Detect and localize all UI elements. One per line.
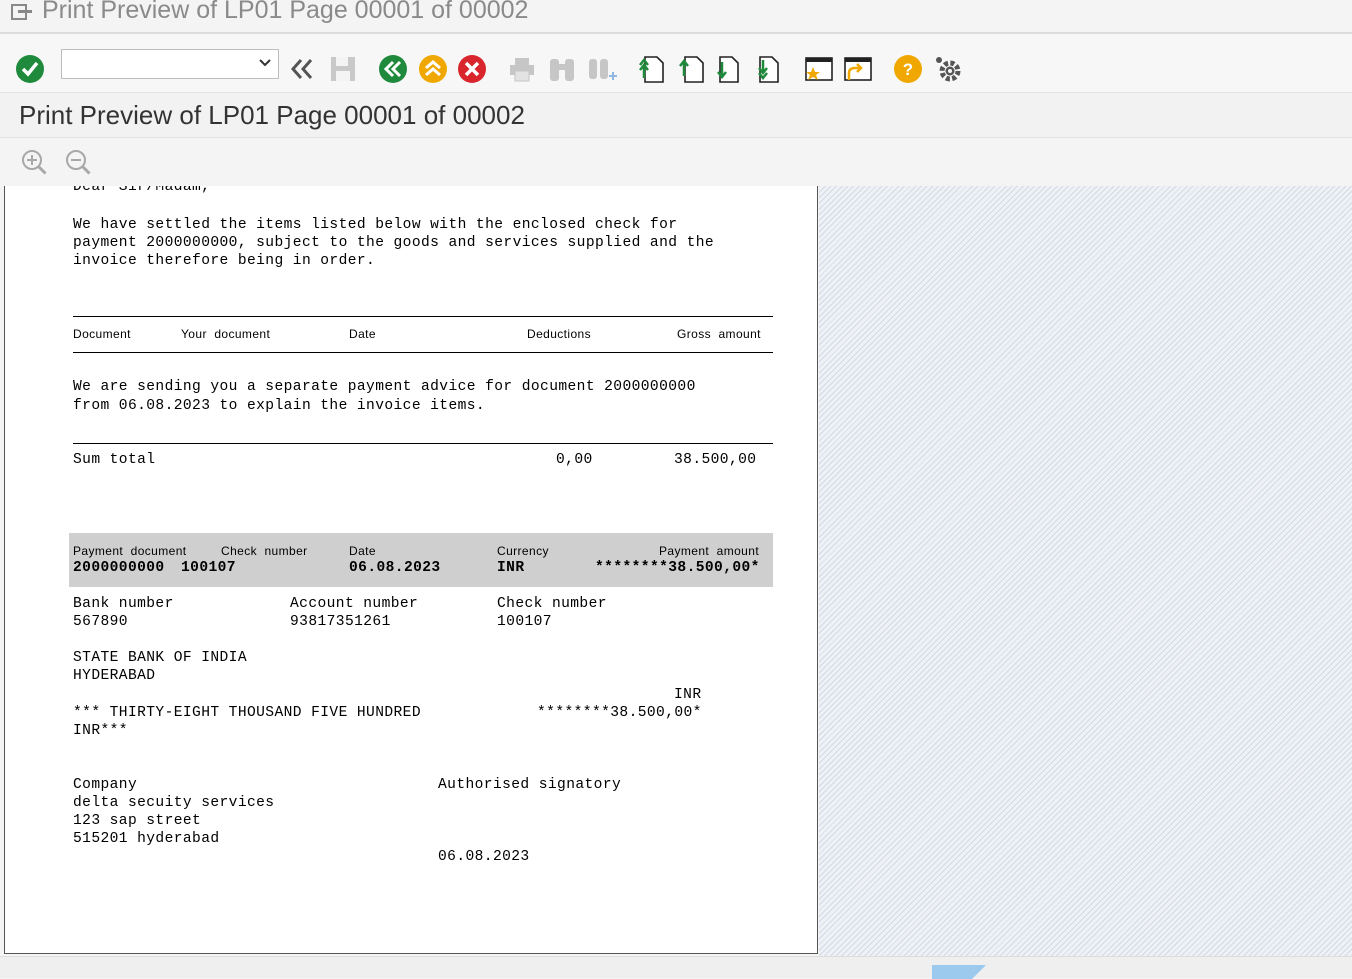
enter-icon[interactable]	[15, 54, 45, 84]
zoom-out-icon[interactable]	[64, 148, 92, 176]
account-number-label: Account number	[290, 596, 419, 612]
amount-in-words: *** THIRTY-EIGHT THOUSAND FIVE HUNDRED	[73, 705, 421, 721]
divider	[73, 316, 773, 317]
print-icon[interactable]	[507, 54, 537, 84]
column-header-your-document: Your document	[181, 327, 271, 341]
preview-area[interactable]: Dear Sir/Madam, We have settled the item…	[0, 186, 1352, 956]
help-icon[interactable]: ?	[893, 54, 923, 84]
divider	[73, 352, 773, 353]
check-number-value: 100107	[181, 560, 236, 576]
payment-summary-box: Payment document Check number Date Curre…	[69, 533, 773, 587]
document-page: Dear Sir/Madam, We have settled the item…	[4, 186, 818, 954]
cancel-icon[interactable]	[457, 54, 487, 84]
svg-text:?: ?	[903, 60, 913, 79]
intro-line: payment 2000000000, subject to the goods…	[73, 235, 715, 251]
create-session-icon[interactable]	[804, 54, 834, 84]
background-pattern	[819, 186, 1352, 956]
screen-header: Print Preview of LP01 Page 00001 of 0000…	[0, 93, 1352, 138]
company-label: Company	[73, 777, 138, 793]
shortcut-icon[interactable]	[843, 54, 873, 84]
command-field[interactable]	[61, 49, 279, 79]
payment-document-value: 2000000000	[73, 560, 165, 576]
zoom-bar	[0, 138, 1352, 186]
menu-icon[interactable]	[10, 2, 34, 22]
salutation: Dear Sir/Madam,	[73, 186, 211, 195]
toolbar: ?	[0, 34, 1352, 93]
bank-number-value: 567890	[73, 614, 128, 630]
amount-currency: INR	[674, 687, 702, 703]
bank-number-label: Bank number	[73, 596, 174, 612]
currency-value: INR	[497, 560, 525, 576]
page-title: Print Preview of LP01 Page 00001 of 0000…	[19, 100, 525, 130]
column-header-deductions: Deductions	[527, 327, 592, 341]
company-street: 123 sap street	[73, 813, 202, 829]
find-icon[interactable]	[547, 54, 577, 84]
date-label: Date	[349, 544, 376, 558]
company-city: 515201 hyderabad	[73, 831, 220, 847]
chevron-down-icon[interactable]	[258, 56, 272, 70]
find-next-icon[interactable]	[587, 54, 617, 84]
settings-icon[interactable]	[933, 54, 963, 84]
bank-city: HYDERABAD	[73, 668, 156, 684]
exit-icon[interactable]	[418, 54, 448, 84]
save-icon[interactable]	[328, 54, 358, 84]
signatory-date: 06.08.2023	[438, 849, 530, 865]
title-bar: Print Preview of LP01 Page 00001 of 0000…	[0, 0, 1352, 34]
payment-amount-label: Payment amount	[659, 544, 760, 558]
account-number-value: 93817351261	[290, 614, 391, 630]
status-bar	[0, 956, 1352, 979]
check-number-label: Check number	[221, 544, 308, 558]
date-value: 06.08.2023	[349, 560, 441, 576]
command-input[interactable]	[66, 50, 255, 78]
signatory-label: Authorised signatory	[438, 777, 622, 793]
intro-line: invoice therefore being in order.	[73, 253, 376, 269]
payment-document-label: Payment document	[73, 544, 187, 558]
check-number-value-2: 100107	[497, 614, 552, 630]
column-header-document: Document	[73, 327, 131, 341]
column-header-gross-amount: Gross amount	[677, 327, 761, 341]
divider	[73, 443, 773, 444]
window-title: Print Preview of LP01 Page 00001 of 0000…	[42, 0, 529, 24]
payment-amount-value: ********38.500,00*	[595, 560, 760, 576]
next-page-icon[interactable]	[716, 54, 746, 84]
last-page-icon[interactable]	[754, 54, 784, 84]
first-page-icon[interactable]	[637, 54, 667, 84]
currency-label: Currency	[497, 544, 549, 558]
zoom-in-icon[interactable]	[20, 148, 48, 176]
sum-total-label: Sum total	[73, 452, 156, 468]
advice-line: We are sending you a separate payment ad…	[73, 379, 696, 395]
amount-in-words-2: INR***	[73, 723, 128, 739]
back-icon[interactable]	[378, 54, 408, 84]
check-number-label-2: Check number	[497, 596, 607, 612]
collapse-icon[interactable]	[287, 54, 317, 84]
amount-figure: ********38.500,00*	[537, 705, 702, 721]
previous-page-icon[interactable]	[677, 54, 707, 84]
column-header-date: Date	[349, 327, 376, 341]
intro-line: We have settled the items listed below w…	[73, 217, 678, 233]
sum-total-gross: 38.500,00	[674, 452, 757, 468]
sum-total-deductions: 0,00	[556, 452, 593, 468]
bank-name: STATE BANK OF INDIA	[73, 650, 247, 666]
advice-line: from 06.08.2023 to explain the invoice i…	[73, 398, 486, 414]
company-name: delta secuity services	[73, 795, 275, 811]
